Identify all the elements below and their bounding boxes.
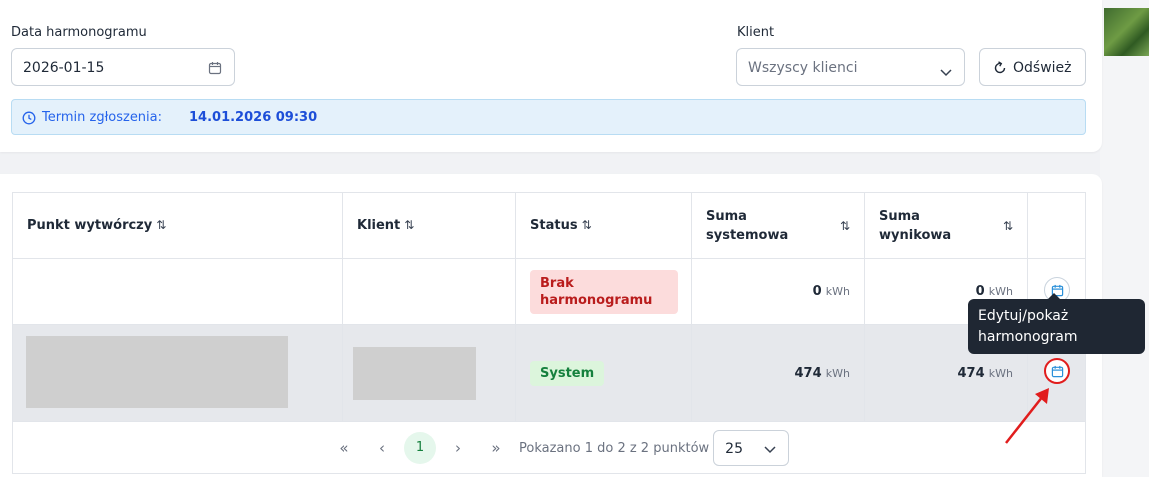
tooltip-line-2: harmonogram <box>978 329 1078 345</box>
unit-label: kWh <box>825 366 850 380</box>
calendar-icon <box>1051 365 1063 378</box>
suma-wynikowa-value: 0 <box>975 284 985 299</box>
sort-icon: ⇅ <box>1002 219 1013 233</box>
date-input[interactable]: 2026-01-15 <box>11 48 235 86</box>
cell-klient <box>342 324 516 422</box>
refresh-label: Odśwież <box>1013 60 1072 76</box>
chevron-down-icon <box>940 62 952 81</box>
unit-label: kWh <box>825 285 850 298</box>
cell-punkt <box>12 324 343 422</box>
column-header-suma-wynikowa[interactable]: Suma wynikowa ⇅ <box>864 192 1028 259</box>
suma-systemowa-value: 474 <box>794 365 822 381</box>
refresh-button[interactable]: Odśwież <box>979 48 1086 86</box>
page-size-value: 25 <box>725 441 743 457</box>
page-size-select[interactable]: 25 <box>713 430 790 466</box>
annotation-arrow-icon <box>1005 388 1049 444</box>
page-background-right <box>1100 0 1149 477</box>
column-header-klient[interactable]: Klient ⇅ <box>342 192 516 259</box>
refresh-icon <box>992 60 1008 80</box>
filters-card: Data harmonogramu 2026-01-15 Klient Wszy… <box>0 0 1102 152</box>
sort-icon: ⇅ <box>839 219 850 233</box>
client-select-value: Wszyscy klienci <box>748 60 858 76</box>
edit-schedule-tooltip: Edytuj/pokaż harmonogram <box>968 293 1145 354</box>
column-header-status[interactable]: Status ⇅ <box>515 192 692 259</box>
clock-icon <box>22 110 36 129</box>
chevron-down-icon <box>764 443 776 458</box>
background-leaf-image <box>1104 8 1149 56</box>
deadline-value: 14.01.2026 09:30 <box>189 110 318 125</box>
client-select[interactable]: Wszyscy klienci <box>736 48 965 86</box>
pagination: « ‹ 1 › » Pokazano 1 do 2 z 2 punktów 25 <box>325 430 790 466</box>
pagination-info: Pokazano 1 do 2 z 2 punktów <box>519 440 710 456</box>
redacted-placeholder <box>353 347 476 400</box>
column-header-punkt[interactable]: Punkt wytwórczy ⇅ <box>12 192 343 259</box>
first-page-button[interactable]: « <box>325 439 363 457</box>
date-label: Data harmonogramu <box>11 25 147 40</box>
table-row: Brak harmonogramu 0 kWh 0 kWh <box>12 258 1086 325</box>
cell-punkt <box>12 258 343 325</box>
next-page-button[interactable]: › <box>439 439 477 457</box>
status-badge: System <box>530 360 605 386</box>
current-page-button[interactable]: 1 <box>404 432 436 464</box>
deadline-info-banner: Termin zgłoszenia: 14.01.2026 09:30 <box>11 99 1086 135</box>
tooltip-pointer <box>1048 293 1060 299</box>
sort-icon: ⇅ <box>156 218 167 232</box>
last-page-button[interactable]: » <box>477 439 515 457</box>
unit-label: kWh <box>988 366 1013 380</box>
tooltip-line-1: Edytuj/pokaż <box>978 308 1069 324</box>
calendar-icon[interactable] <box>208 60 222 79</box>
cell-klient <box>342 258 516 325</box>
edit-schedule-button[interactable] <box>1043 358 1070 384</box>
sort-icon: ⇅ <box>581 218 592 232</box>
column-header-suma-systemowa[interactable]: Suma systemowa ⇅ <box>691 192 865 259</box>
schedule-table: Punkt wytwórczy ⇅ Klient ⇅ Status ⇅ Suma sy… <box>12 192 1086 474</box>
sort-icon: ⇅ <box>404 218 415 232</box>
column-header-actions <box>1027 192 1086 259</box>
unit-label: kWh <box>988 285 1013 298</box>
pagination-row: « ‹ 1 › » Pokazano 1 do 2 z 2 punktów 25 <box>12 421 1086 474</box>
deadline-prefix: Termin zgłoszenia: <box>42 110 163 125</box>
date-value: 2026-01-15 <box>23 60 105 76</box>
suma-systemowa-value: 0 <box>812 284 822 299</box>
status-badge: Brak harmonogramu <box>530 269 678 314</box>
table-row: System 474 kWh 474 kWh <box>12 324 1086 422</box>
client-label: Klient <box>737 25 775 40</box>
redacted-placeholder <box>26 336 288 408</box>
prev-page-button[interactable]: ‹ <box>363 439 401 457</box>
suma-wynikowa-value: 474 <box>957 365 985 381</box>
